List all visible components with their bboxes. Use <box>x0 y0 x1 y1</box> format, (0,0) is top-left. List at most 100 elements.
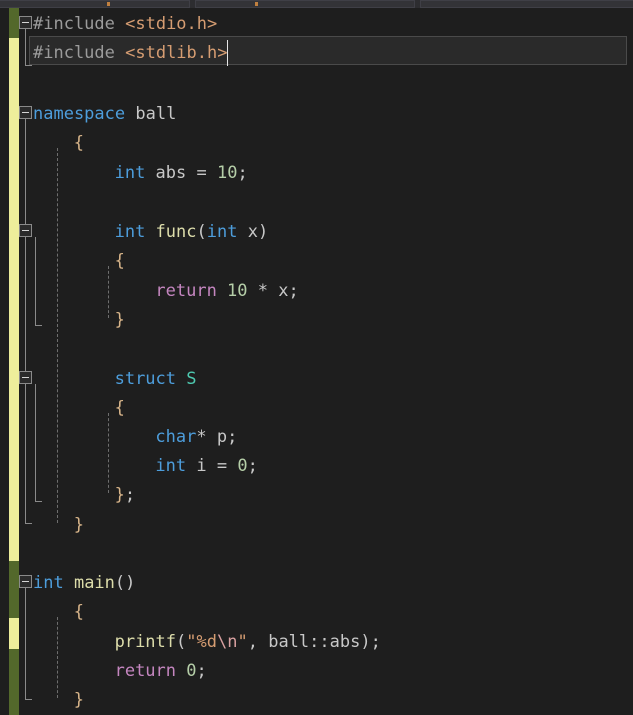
token: 10 <box>227 281 248 301</box>
change-bar-segment-unsaved <box>9 38 19 561</box>
token: namespace <box>33 104 136 124</box>
token: } <box>114 485 125 505</box>
indent-guide <box>57 148 58 523</box>
scope-dropdown[interactable] <box>195 0 415 8</box>
token: ; <box>288 281 299 301</box>
token: return <box>155 281 228 301</box>
token: struct <box>114 369 187 389</box>
code-line[interactable]: namespace ball <box>33 100 176 129</box>
indent-guide <box>108 413 109 493</box>
token: int <box>114 222 156 242</box>
code-line[interactable]: } <box>74 511 84 540</box>
code-line[interactable]: { <box>74 129 84 158</box>
token: 0 <box>237 456 248 476</box>
token: ball::abs <box>268 632 361 652</box>
token: ; <box>196 661 207 681</box>
code-line[interactable]: char* p; <box>155 423 237 452</box>
token: ); <box>360 632 381 652</box>
token: return <box>114 661 187 681</box>
code-line[interactable]: { <box>115 394 125 423</box>
change-bar-segment-saved <box>9 561 19 618</box>
code-line[interactable]: } <box>74 686 84 715</box>
token: main <box>73 573 115 593</box>
token: char <box>155 427 197 447</box>
token: ; <box>227 427 238 447</box>
fold-region-end-tick <box>25 699 32 700</box>
selection-margin[interactable] <box>0 8 9 715</box>
token: = <box>216 456 238 476</box>
code-line[interactable]: { <box>115 247 125 276</box>
fold-region-line <box>25 119 26 523</box>
token: printf <box>114 632 177 652</box>
token: ball <box>135 104 177 124</box>
code-line[interactable]: int abs = 10; <box>115 159 248 188</box>
token: () <box>114 573 136 593</box>
token: \n <box>216 632 238 652</box>
token: p <box>216 427 228 447</box>
token: int <box>155 456 197 476</box>
token: int <box>206 222 248 242</box>
fold-region-line <box>25 29 26 65</box>
token: i <box>196 456 217 476</box>
token: "%d <box>186 632 217 652</box>
fold-region-line <box>25 588 26 699</box>
token: #include <box>33 43 126 63</box>
code-line[interactable]: int func(int x) <box>115 218 269 247</box>
code-line[interactable]: { <box>74 598 84 627</box>
token: x <box>247 222 258 242</box>
editor-surface[interactable]: #include <stdio.h> #include <stdlib.h> nam… <box>0 8 633 715</box>
fold-region-end-tick <box>25 65 32 66</box>
token: { <box>114 251 125 271</box>
token: ; <box>124 485 136 505</box>
project-dropdown[interactable] <box>0 0 190 8</box>
token: ( <box>176 632 187 652</box>
code-line[interactable]: int i = 0; <box>155 452 257 481</box>
token: * <box>196 427 217 447</box>
code-text-area[interactable]: #include <stdio.h> #include <stdlib.h> nam… <box>29 8 633 715</box>
change-bar-segment-unsaved <box>9 618 19 649</box>
token: , <box>247 632 269 652</box>
change-tracking-margin <box>9 8 19 715</box>
token: ) <box>257 222 269 242</box>
code-line[interactable]: }; <box>115 481 136 510</box>
token: ; <box>237 163 248 183</box>
code-line[interactable]: printf("%d\n", ball::abs); <box>115 628 381 657</box>
token: * <box>247 281 279 301</box>
fold-toggle-expanded[interactable] <box>19 575 32 588</box>
token: { <box>73 602 85 622</box>
fold-toggle-expanded[interactable] <box>19 106 32 119</box>
fold-toggle-expanded[interactable] <box>19 16 32 29</box>
indent-guide <box>57 617 58 698</box>
token: S <box>186 369 197 389</box>
code-line[interactable]: return 10 * x; <box>155 277 298 306</box>
code-editor-window: #include <stdio.h> #include <stdlib.h> nam… <box>0 0 633 715</box>
member-dropdown[interactable] <box>420 0 633 8</box>
code-line[interactable]: #include <stdio.h> <box>33 10 217 39</box>
token: abs <box>155 163 197 183</box>
token: = <box>196 163 217 183</box>
fold-toggle-expanded[interactable] <box>19 371 32 384</box>
change-bar-segment-saved <box>9 649 19 715</box>
code-line[interactable]: int main() <box>33 569 135 598</box>
token: func <box>155 222 197 242</box>
token: } <box>73 515 85 535</box>
dropdown-glyph-icon-2 <box>255 2 258 6</box>
token: } <box>73 690 85 710</box>
token: int <box>33 573 74 593</box>
token: 0 <box>186 661 197 681</box>
text-caret <box>226 40 229 66</box>
token: ; <box>247 456 258 476</box>
token: 10 <box>216 163 238 183</box>
code-line[interactable]: #include <stdlib.h> <box>33 39 227 68</box>
token: } <box>114 310 125 330</box>
token: x <box>278 281 289 301</box>
code-line[interactable]: } <box>115 306 125 335</box>
dropdown-glyph-icon <box>107 2 110 6</box>
token: ( <box>196 222 207 242</box>
code-line[interactable]: struct S <box>115 365 197 394</box>
token: <stdio.h> <box>125 14 218 34</box>
fold-toggle-expanded[interactable] <box>19 224 32 237</box>
token: int <box>114 163 156 183</box>
code-line[interactable]: return 0; <box>115 657 207 686</box>
token: #include <box>33 14 126 34</box>
